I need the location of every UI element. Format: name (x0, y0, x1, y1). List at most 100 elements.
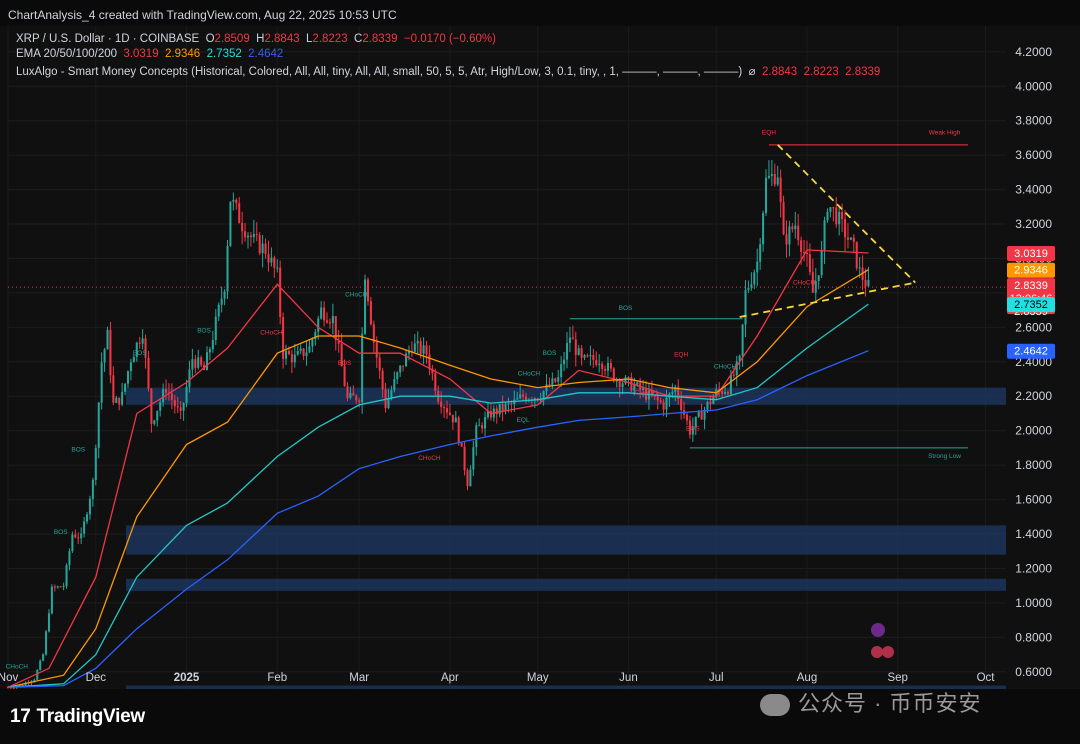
x-tick-label: Nov (0, 672, 18, 684)
candle-body (229, 201, 232, 246)
candle-body (428, 354, 431, 369)
candle-body (115, 397, 118, 403)
candle-body (273, 257, 276, 268)
price-badge-label: 2.8339 (1014, 280, 1048, 292)
smc-annotation-label: Weak High (929, 129, 961, 136)
order-block-zone (126, 387, 1006, 405)
candle-body (434, 373, 437, 392)
candle-body (773, 173, 776, 185)
candle-body (791, 226, 794, 230)
candle-body (65, 565, 68, 587)
candle-body (753, 272, 756, 285)
candle-body (361, 333, 364, 403)
change-value: −0.0170 (−0.60%) (403, 33, 496, 45)
y-tick-label: 1.8000 (1015, 458, 1052, 472)
candle-body (820, 250, 823, 276)
candle-body (36, 670, 39, 680)
candle-body (47, 613, 50, 632)
candle-body (858, 267, 861, 269)
candle-body (697, 411, 700, 417)
hidden-icon[interactable]: ⌀ (745, 66, 758, 78)
candle-body (390, 390, 393, 399)
candle-body (443, 407, 446, 409)
x-tick-label: Mar (349, 672, 369, 684)
candle-body (601, 363, 604, 369)
candle-body (349, 392, 352, 398)
candle-body (56, 586, 59, 588)
x-tick-label: Feb (267, 672, 287, 684)
candle-body (478, 425, 481, 427)
ema20-value: 3.0319 (123, 48, 159, 60)
chart-svg: EQH Weak High Strong Low BOS CHoCH EQH CHoCH BO… (0, 26, 1055, 690)
x-tick-label: 2025 (174, 672, 200, 684)
candle-body (574, 339, 577, 355)
candle-body (732, 374, 735, 376)
candle-body (369, 301, 372, 325)
y-tick-label: 2.0000 (1015, 424, 1052, 438)
candle-body (516, 398, 519, 400)
watermark: 公众号 · 币币安安 (760, 686, 982, 718)
candle-body (671, 391, 674, 394)
tradingview-logo[interactable]: 17 TradingView (10, 706, 145, 728)
candle-body (381, 370, 384, 390)
candle-body (785, 234, 788, 245)
candle-body (77, 537, 80, 539)
candle-body (448, 412, 451, 415)
candle-body (841, 211, 844, 220)
candle-body (838, 211, 841, 225)
candle-body (118, 397, 121, 405)
y-tick-label: 3.6000 (1015, 148, 1052, 162)
smc-annotation-label: EQH (674, 352, 688, 359)
candle-body (583, 355, 586, 358)
candle-body (182, 403, 185, 411)
us-flag-event-icon (882, 646, 894, 658)
candle-body (618, 380, 621, 388)
candle-body (302, 348, 305, 356)
candle-body (226, 245, 229, 292)
smc-annotation-label: CHoCH (518, 371, 541, 378)
candle-body (153, 420, 156, 424)
candle-body (598, 363, 601, 365)
candle-body (586, 355, 589, 357)
price-badge-label: 2.9346 (1014, 265, 1048, 277)
candle-body (867, 279, 870, 287)
smc-annotation-label: CHoCH (260, 329, 283, 336)
y-tick-label: 1.2000 (1015, 561, 1052, 575)
candle-body (197, 357, 200, 368)
candle-body (91, 479, 94, 499)
candle-body (522, 394, 525, 397)
candle-body (141, 338, 144, 344)
candle-body (150, 388, 153, 424)
ema-line-ema20 (7, 249, 869, 688)
candle-body (466, 470, 469, 487)
legend-indicator-row[interactable]: LuxAlgo - Smart Money Concepts (Historic… (16, 64, 880, 78)
candle-body (724, 392, 727, 394)
symbol-label[interactable]: XRP / U.S. Dollar · 1D · COINBASE (16, 33, 199, 45)
candle-body (440, 401, 443, 408)
candle-body (126, 371, 130, 384)
candle-body (680, 399, 683, 411)
smc-annotation-label: EQL (517, 417, 530, 424)
candle-body (285, 350, 288, 359)
x-tick-label: May (527, 672, 549, 684)
candle-body (764, 177, 768, 213)
candle-body (846, 237, 849, 240)
smc-annotation-label: BOS (71, 446, 85, 453)
candle-body (797, 225, 800, 241)
candle-body (457, 417, 460, 443)
candle-body (396, 372, 399, 380)
candle-body (299, 348, 302, 351)
candle-body (217, 304, 220, 317)
smc-annotation-label: CHoCH (345, 291, 368, 298)
candle-body (173, 399, 176, 407)
candle-body (609, 362, 612, 369)
legend-ema-row[interactable]: EMA 20/50/100/200 3.0319 2.9346 2.7352 2… (16, 48, 283, 60)
price-badge-label: 2.4642 (1014, 346, 1048, 358)
price-badge-label: 2.7352 (1014, 299, 1048, 311)
candle-body (176, 406, 179, 408)
candle-body (246, 235, 250, 238)
candle-body (674, 386, 677, 392)
candle-body (62, 586, 65, 588)
smc-annotation-label: CHoCH (6, 663, 29, 670)
candle-body (249, 235, 252, 238)
